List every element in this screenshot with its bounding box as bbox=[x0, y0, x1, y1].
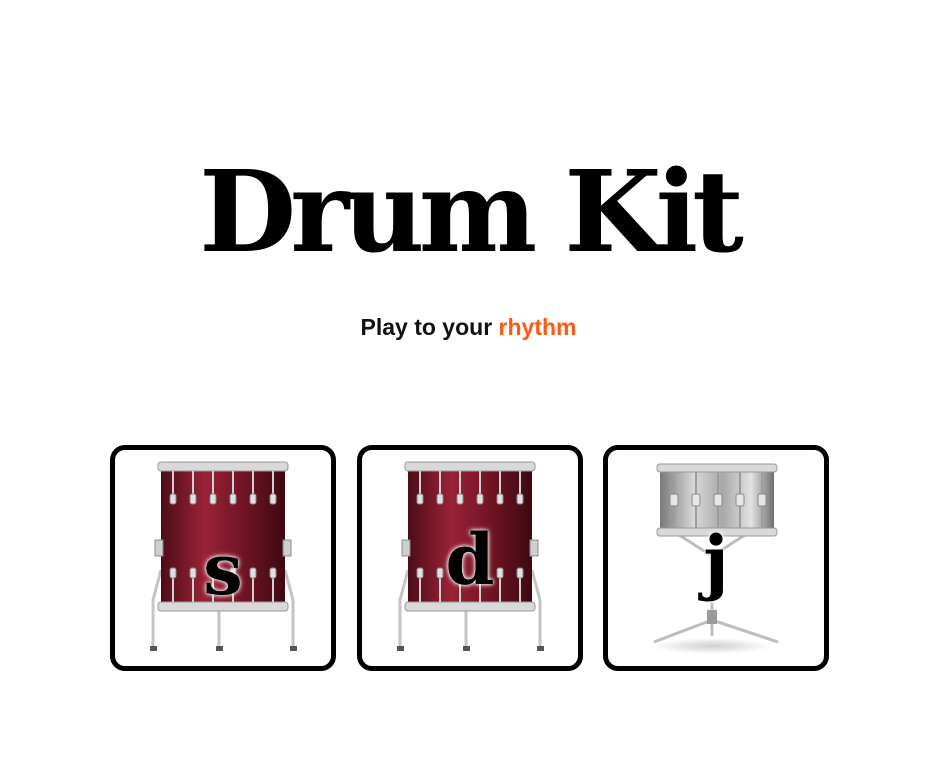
page-title: Drum Kit bbox=[199, 147, 744, 278]
subtitle-text: Play to your bbox=[360, 314, 493, 340]
drum-button-j[interactable]: j bbox=[603, 445, 829, 671]
drum-key-label: s bbox=[203, 528, 243, 611]
drum-button-d[interactable]: d bbox=[357, 445, 583, 671]
drum-key-label: d bbox=[445, 518, 495, 601]
drum-key-label: j bbox=[703, 520, 729, 603]
page-subtitle: Play to your rhythm bbox=[0, 312, 937, 342]
drum-button-s[interactable]: s bbox=[110, 445, 336, 671]
drum-kit-page: Drum Kit Play to your rhythm s d j bbox=[0, 0, 937, 762]
subtitle-accent: rhythm bbox=[498, 314, 577, 340]
